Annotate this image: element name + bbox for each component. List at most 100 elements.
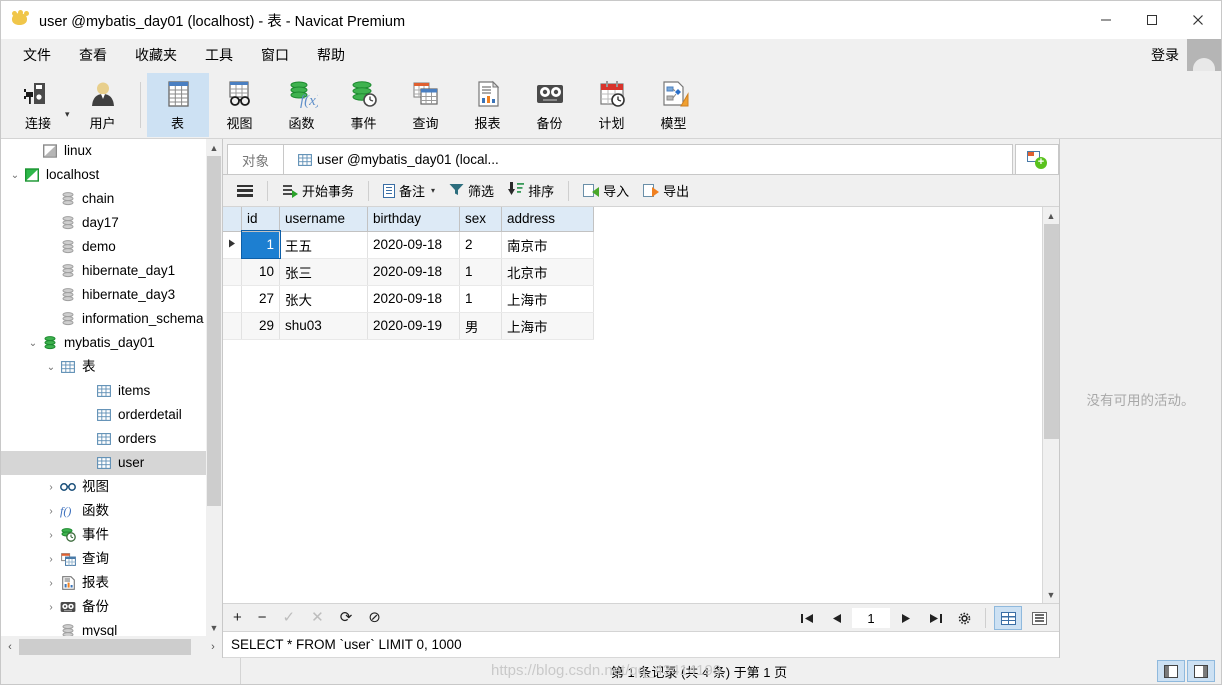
grid-vertical-scrollbar[interactable]: ▲ ▼ [1042, 207, 1059, 603]
minimize-button[interactable] [1083, 1, 1129, 39]
column-header-id[interactable]: id [241, 207, 280, 232]
tree-node-[interactable]: › 报表 [1, 571, 222, 595]
delete-record-button[interactable]: − [258, 610, 267, 625]
tab-user-table[interactable]: user @mybatis_day01 (local... [283, 144, 514, 174]
toolbar-schedule[interactable]: 计划 [581, 73, 643, 137]
toolbar-connection[interactable]: 连接 [7, 73, 69, 137]
refresh-button[interactable]: ⟳ [340, 610, 353, 625]
tree-node-linux[interactable]: linux [1, 139, 222, 163]
column-header-birthday[interactable]: birthday [367, 207, 460, 232]
chevron-down-icon[interactable]: ⌄ [25, 338, 41, 349]
cell-address[interactable]: 上海市 [501, 312, 594, 340]
form-view-button[interactable] [1025, 606, 1053, 630]
toolbar-model[interactable]: 模型 [643, 73, 705, 137]
hscroll-thumb[interactable] [19, 639, 191, 655]
tree-node-[interactable]: › 视图 [1, 475, 222, 499]
tree-node-[interactable]: › 查询 [1, 547, 222, 571]
cell-sex[interactable]: 2 [459, 231, 502, 259]
object-tree[interactable]: linux ⌄ localhost chain day17 demo hibernate_d… [1, 139, 222, 636]
connection-chevron-down-icon[interactable]: ▾ [65, 109, 70, 120]
scroll-right-icon[interactable]: › [204, 636, 222, 658]
toolbar-query[interactable]: 查询 [395, 73, 457, 137]
chevron-right-icon[interactable]: › [43, 482, 59, 493]
menu-view[interactable]: 查看 [65, 40, 121, 70]
cell-address[interactable]: 北京市 [501, 258, 594, 286]
row-indicator[interactable] [223, 258, 242, 286]
cell-username[interactable]: 王五 [279, 231, 368, 259]
cell-id[interactable]: 27 [241, 285, 280, 313]
tree-node-orderdetail[interactable]: orderdetail [1, 403, 222, 427]
table-row[interactable]: 1 王五 2020-09-18 2 南京市 [223, 230, 594, 259]
grid-scroll-down-icon[interactable]: ▼ [1043, 586, 1060, 603]
chevron-right-icon[interactable]: › [43, 602, 59, 613]
data-grid-scroll[interactable]: id username birthday sex address 1 王五 2020-09-1… [223, 207, 1042, 603]
toolbar-function[interactable]: f(x) 函数 [271, 73, 333, 137]
chevron-right-icon[interactable]: › [43, 554, 59, 565]
cell-address[interactable]: 上海市 [501, 285, 594, 313]
menu-file[interactable]: 文件 [9, 40, 65, 70]
toolbar-view[interactable]: 视图 [209, 73, 271, 137]
tree-node-localhost[interactable]: ⌄ localhost [1, 163, 222, 187]
table-row[interactable]: 27 张大 2020-09-18 1 上海市 [223, 285, 594, 313]
tree-node-orders[interactable]: orders [1, 427, 222, 451]
tree-node-items[interactable]: items [1, 379, 222, 403]
cell-address[interactable]: 南京市 [501, 231, 594, 259]
scroll-thumb[interactable] [207, 156, 221, 506]
tree-node-[interactable]: ⌄ 表 [1, 355, 222, 379]
page-number-input[interactable]: 1 [852, 608, 890, 628]
menu-favorites[interactable]: 收藏夹 [121, 40, 191, 70]
filter-button[interactable]: 筛选 [443, 178, 500, 204]
sort-button[interactable]: 排序 [502, 178, 560, 204]
last-record-button[interactable] [922, 606, 948, 630]
new-query-button[interactable]: + [1015, 144, 1059, 174]
column-header-username[interactable]: username [279, 207, 368, 232]
note-button[interactable]: 备注 ▾ [377, 178, 441, 204]
column-header-address[interactable]: address [501, 207, 594, 232]
cell-id[interactable]: 10 [241, 258, 280, 286]
cell-username[interactable]: shu03 [279, 312, 368, 340]
toggle-left-panel-button[interactable] [1157, 660, 1185, 682]
toolbar-event[interactable]: 事件 [333, 73, 395, 137]
chevron-right-icon[interactable]: › [43, 506, 59, 517]
row-indicator[interactable] [223, 285, 242, 313]
note-chevron-down-icon[interactable]: ▾ [431, 186, 435, 195]
scroll-left-icon[interactable]: ‹ [1, 636, 19, 658]
cell-id[interactable]: 1 [240, 230, 281, 259]
cell-sex[interactable]: 1 [459, 258, 502, 286]
login-link[interactable]: 登录 [1151, 45, 1187, 65]
cell-sex[interactable]: 男 [459, 312, 502, 340]
grid-scroll-thumb[interactable] [1044, 224, 1059, 439]
tree-node-information_schema[interactable]: information_schema [1, 307, 222, 331]
tree-node-[interactable]: › f() 函数 [1, 499, 222, 523]
previous-record-button[interactable] [823, 606, 849, 630]
chevron-down-icon[interactable]: ⌄ [7, 170, 23, 181]
cell-birthday[interactable]: 2020-09-19 [367, 312, 460, 340]
tree-node-hibernate_day3[interactable]: hibernate_day3 [1, 283, 222, 307]
tree-node-[interactable]: › 事件 [1, 523, 222, 547]
first-record-button[interactable] [794, 606, 820, 630]
toolbar-backup[interactable]: 备份 [519, 73, 581, 137]
chevron-right-icon[interactable]: › [43, 578, 59, 589]
grid-settings-button[interactable] [951, 606, 977, 630]
sidebar-vertical-scrollbar[interactable]: ▲ ▼ [206, 139, 222, 636]
grid-view-button[interactable] [994, 606, 1022, 630]
menu-tools[interactable]: 工具 [191, 40, 247, 70]
menu-help[interactable]: 帮助 [303, 40, 359, 70]
cell-username[interactable]: 张大 [279, 285, 368, 313]
cell-birthday[interactable]: 2020-09-18 [367, 258, 460, 286]
tree-node-user[interactable]: user [1, 451, 222, 475]
avatar[interactable] [1187, 39, 1221, 71]
row-indicator[interactable] [223, 231, 242, 259]
import-button[interactable]: 导入 [577, 178, 635, 204]
tree-node-hibernate_day1[interactable]: hibernate_day1 [1, 259, 222, 283]
data-grid[interactable]: id username birthday sex address 1 王五 2020-09-1… [223, 207, 594, 340]
tree-node-demo[interactable]: demo [1, 235, 222, 259]
chevron-right-icon[interactable]: › [43, 530, 59, 541]
grid-menu-button[interactable] [231, 178, 259, 204]
table-row[interactable]: 10 张三 2020-09-18 1 北京市 [223, 258, 594, 286]
cancel-record-button[interactable]: ✕ [311, 610, 324, 625]
cell-username[interactable]: 张三 [279, 258, 368, 286]
hscroll-track[interactable] [19, 636, 204, 658]
toggle-right-panel-button[interactable] [1187, 660, 1215, 682]
tree-node-chain[interactable]: chain [1, 187, 222, 211]
